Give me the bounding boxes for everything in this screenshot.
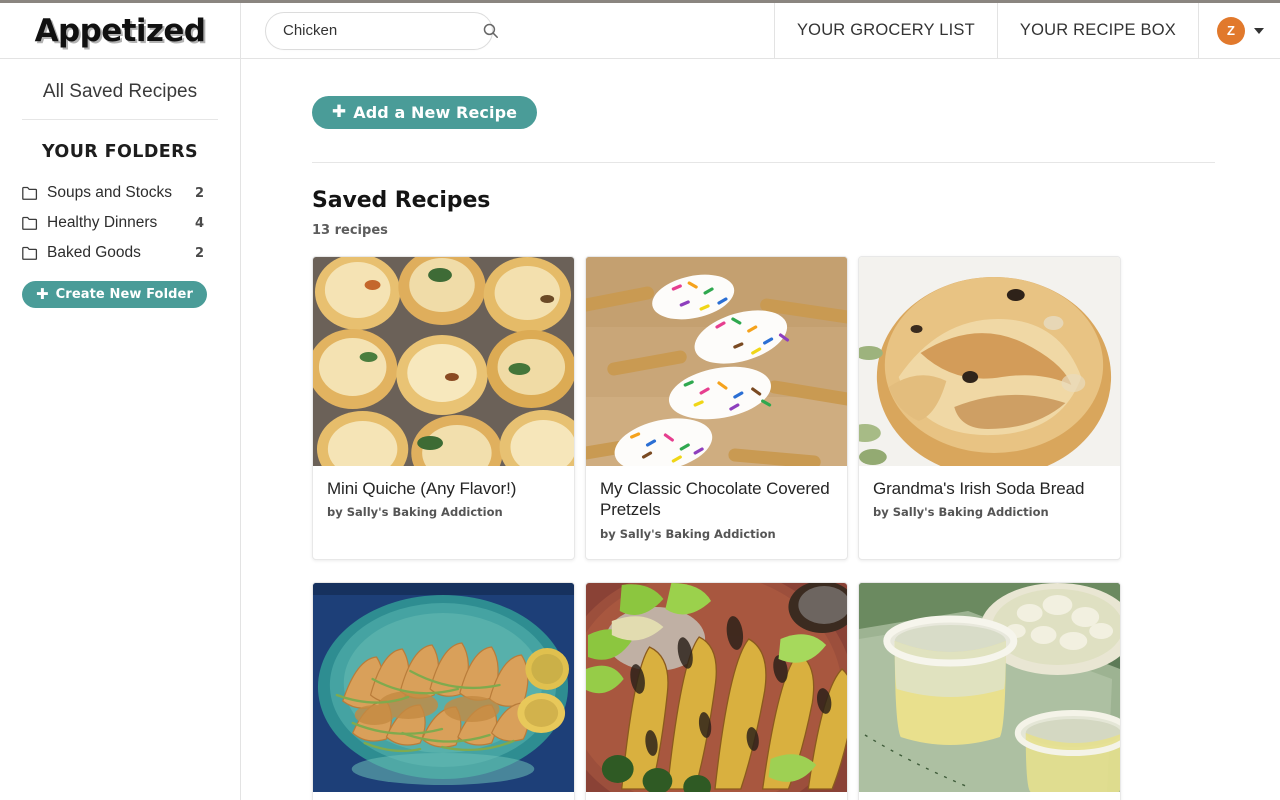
sidebar-item-all-saved-recipes[interactable]: All Saved Recipes [22, 73, 218, 120]
chicken-negimaki-photo [586, 582, 847, 792]
sidebar-folder-baked-goods[interactable]: Baked Goods 2 [22, 238, 218, 268]
chocolate-pretzels-photo [586, 257, 847, 466]
add-new-recipe-button[interactable]: ✚ Add a New Recipe [312, 96, 537, 129]
folder-icon [22, 246, 38, 260]
recipe-title: Grandma's Irish Soda Bread [873, 479, 1085, 498]
recipe-author: by Sally's Baking Addiction [600, 526, 776, 541]
search-box[interactable] [265, 11, 498, 50]
sidebar-folder-count: 2 [194, 185, 204, 201]
irish-soda-bread-photo [859, 257, 1120, 466]
sidebar-folder-count: 4 [194, 215, 204, 231]
sidebar-folders-heading: YOUR FOLDERS [41, 142, 199, 162]
recipe-card[interactable]: My Classic Chocolate Covered Pretzels by… [585, 256, 848, 560]
recipe-card[interactable]: Margarita [858, 581, 1121, 800]
recipe-author: by Sally's Baking Addiction [873, 505, 1049, 520]
folder-icon [22, 216, 38, 230]
search-cell [241, 3, 774, 58]
recipe-card-body: Grilled Shrimp with Palapa [313, 792, 574, 800]
recipe-card-body: Grandma's Irish Soda Bread by Sally's Ba… [859, 466, 1120, 544]
account-menu[interactable]: Z [1198, 3, 1280, 58]
app-header: Appetized YOUR GROCERY LIST YOUR RECIPE … [0, 3, 1280, 59]
recipe-count: 13 recipes [312, 223, 388, 238]
recipe-card[interactable]: Chicken Negimaki [585, 581, 848, 800]
add-new-recipe-label: Add a New Recipe [353, 103, 518, 122]
plus-icon: ✚ [36, 285, 49, 303]
sidebar-folder-count: 2 [194, 245, 204, 261]
recipe-card-body: My Classic Chocolate Covered Pretzels by… [586, 466, 847, 559]
recipe-card[interactable]: Mini Quiche (Any Flavor!) by Sally's Bak… [312, 256, 575, 560]
chevron-down-icon[interactable] [1254, 27, 1264, 34]
page-title: Saved Recipes [312, 188, 491, 213]
mini-quiche-photo [313, 257, 574, 466]
sidebar: All Saved Recipes YOUR FOLDERS Soups and… [0, 59, 241, 800]
recipe-card-body: Chicken Negimaki [586, 792, 847, 800]
plus-icon: ✚ [331, 102, 347, 122]
recipe-grid: Mini Quiche (Any Flavor!) by Sally's Bak… [312, 256, 1280, 800]
recipe-title: My Classic Chocolate Covered Pretzels [600, 479, 830, 520]
nav-recipe-box[interactable]: YOUR RECIPE BOX [996, 3, 1198, 58]
recipe-card-body: Mini Quiche (Any Flavor!) by Sally's Bak… [313, 466, 574, 544]
recipe-card[interactable]: Grandma's Irish Soda Bread by Sally's Ba… [858, 256, 1121, 560]
section-divider [312, 162, 1215, 163]
recipe-card[interactable]: Grilled Shrimp with Palapa [312, 581, 575, 800]
sidebar-folder-label: Baked Goods [47, 244, 141, 261]
margarita-photo [859, 582, 1120, 792]
recipe-card-body: Margarita [859, 792, 1120, 800]
app-logo[interactable]: Appetized [35, 13, 206, 49]
search-icon[interactable] [482, 22, 499, 39]
search-input[interactable] [283, 22, 482, 39]
main-content: ✚ Add a New Recipe Saved Recipes 13 reci… [242, 59, 1280, 800]
create-new-folder-label: Create New Folder [55, 287, 193, 302]
sidebar-folder-label: Healthy Dinners [47, 214, 158, 231]
avatar[interactable]: Z [1217, 16, 1245, 45]
create-new-folder-button[interactable]: ✚ Create New Folder [22, 281, 207, 308]
folder-icon [22, 186, 38, 200]
nav-grocery-list[interactable]: YOUR GROCERY LIST [773, 3, 997, 58]
recipe-title: Mini Quiche (Any Flavor!) [327, 479, 517, 498]
sidebar-folder-label: Soups and Stocks [47, 184, 172, 201]
sidebar-folder-healthy-dinners[interactable]: Healthy Dinners 4 [22, 208, 218, 238]
app-root: Appetized YOUR GROCERY LIST YOUR RECIPE … [0, 0, 1280, 800]
sidebar-folder-soups-and-stocks[interactable]: Soups and Stocks 2 [22, 178, 218, 208]
recipe-author: by Sally's Baking Addiction [327, 505, 503, 520]
grilled-shrimp-photo [313, 582, 574, 792]
brand-cell: Appetized [0, 3, 241, 58]
